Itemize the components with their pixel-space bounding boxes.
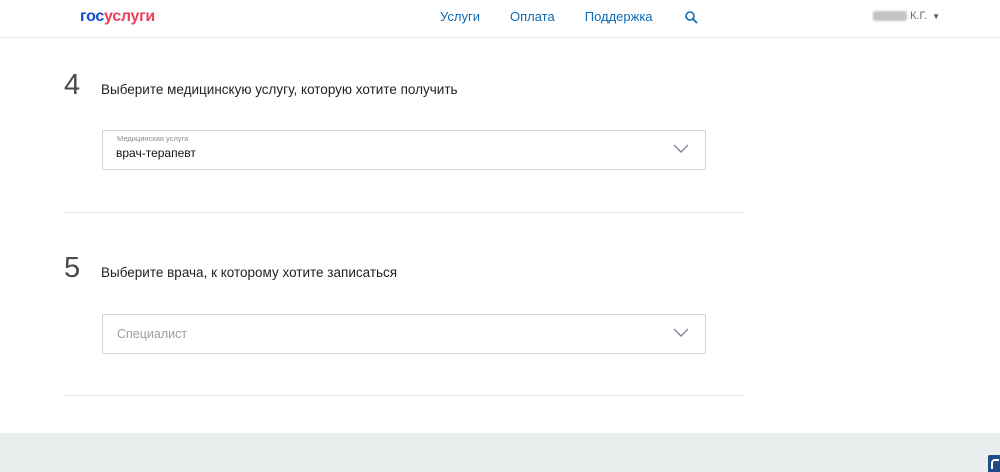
top-header: госуслуги Услуги Оплата Поддержка К.Г. ▼ [0, 0, 1000, 38]
user-name-redacted [873, 11, 907, 21]
nav-link-support[interactable]: Поддержка [585, 10, 653, 24]
gosuslugi-logo[interactable]: госуслуги [80, 8, 155, 26]
select-floating-label: Медицинская услуга [117, 134, 189, 143]
nav-link-services[interactable]: Услуги [440, 10, 480, 24]
chevron-down-icon [673, 328, 689, 337]
section-divider [64, 395, 744, 396]
logo-part-gos: гос [80, 8, 105, 25]
user-initials: К.Г. [910, 10, 928, 22]
nav-link-payment[interactable]: Оплата [510, 10, 555, 24]
step-title: Выберите врача, к которому хотите записа… [101, 265, 398, 280]
step-number: 5 [64, 252, 81, 284]
main-nav: Услуги Оплата Поддержка [440, 10, 698, 24]
doctor-select[interactable]: Специалист [102, 314, 706, 354]
caret-down-icon: ▼ [932, 11, 941, 21]
step-number: 4 [64, 69, 81, 101]
app-badge-icon [988, 455, 1000, 472]
chevron-down-icon [673, 144, 689, 153]
step-4-section: 4 Выберите медицинскую услугу, которую х… [64, 70, 744, 180]
medical-service-select[interactable]: Медицинская услуга врач-терапевт [102, 130, 706, 170]
search-icon[interactable] [684, 10, 698, 24]
select-value: врач-терапевт [116, 146, 196, 160]
step-5-section: 5 Выберите врача, к которому хотите запи… [64, 253, 744, 363]
logo-part-uslugi: услуги [104, 8, 155, 25]
select-placeholder: Специалист [117, 327, 188, 341]
user-menu[interactable]: К.Г. ▼ [873, 10, 940, 22]
step-title: Выберите медицинскую услугу, которую хот… [101, 82, 458, 97]
page-footer [0, 433, 1000, 472]
section-divider [64, 212, 744, 213]
